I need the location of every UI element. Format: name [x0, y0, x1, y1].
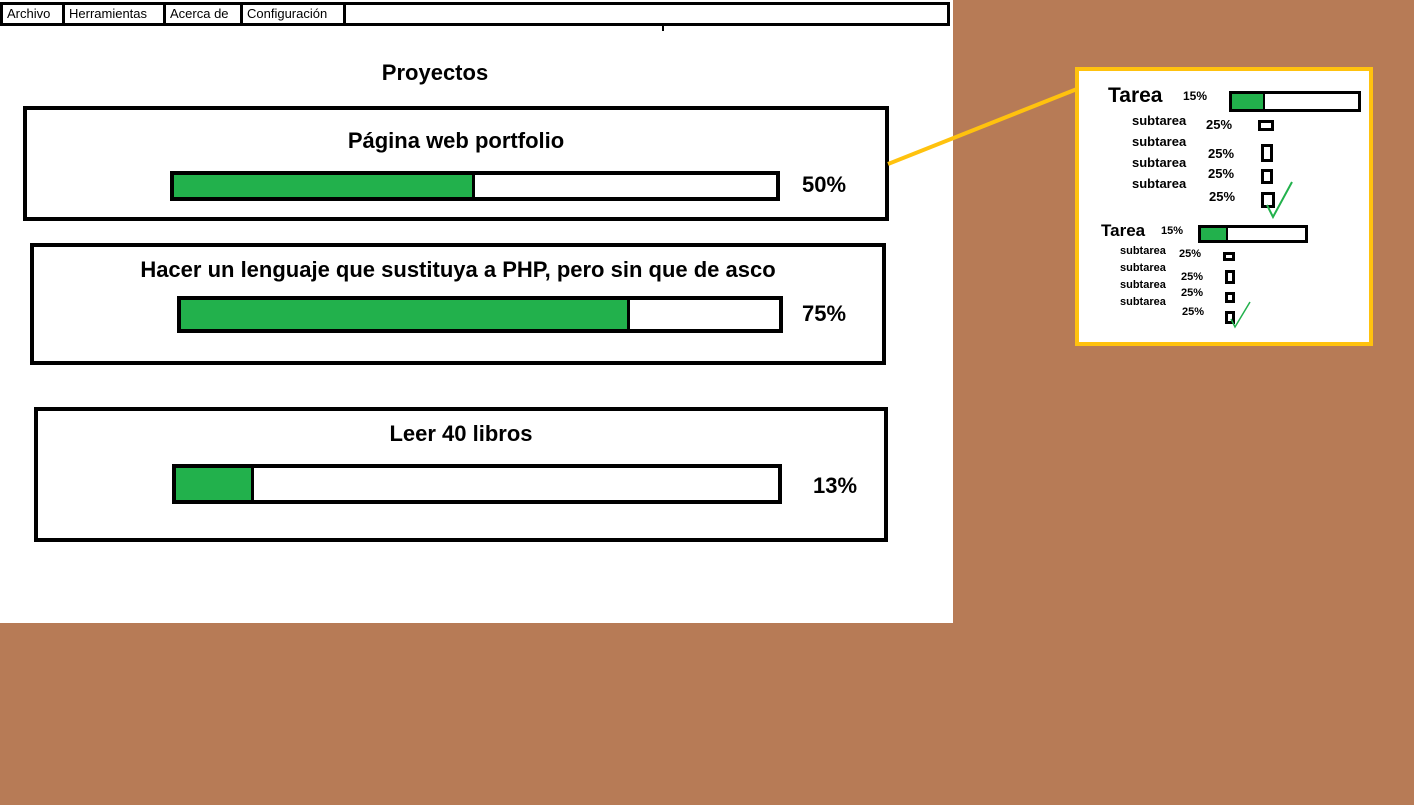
project-progress-bar: [170, 171, 780, 201]
subtask-label: subtarea: [1120, 279, 1166, 291]
project-progress-bar: [172, 464, 782, 504]
task-percent: 15%: [1161, 225, 1184, 237]
project-title: Página web portfolio: [347, 128, 565, 153]
stray-mark: [662, 26, 664, 31]
subtask-label: subtarea: [1120, 245, 1166, 257]
task-progress-fill: [1201, 228, 1229, 240]
page-title: Proyectos: [381, 60, 489, 85]
subtask-label: subtarea: [1120, 296, 1166, 308]
subtask-checkbox[interactable]: [1258, 120, 1274, 131]
subtask-percent: 25%: [1206, 117, 1233, 132]
project-progress-label: 50%: [802, 172, 847, 197]
menu-herramientas[interactable]: Herramientas: [65, 5, 166, 23]
subtask-percent: 25%: [1209, 189, 1236, 204]
menu-bar-empty-area: [346, 5, 947, 23]
task-percent: 15%: [1183, 89, 1208, 103]
subtask-percent: 25%: [1181, 271, 1204, 283]
checkmark-icon: [1266, 181, 1293, 220]
subtask-label: subtarea: [1132, 155, 1187, 170]
main-window: Archivo Herramientas Acerca de Configura…: [0, 0, 953, 623]
task-progress-bar: [1198, 225, 1308, 243]
subtask-percent: 25%: [1179, 248, 1202, 260]
subtask-percent: 25%: [1208, 146, 1235, 161]
subtask-checkbox[interactable]: [1225, 270, 1235, 284]
task-label: Tarea: [1108, 84, 1163, 107]
project-card[interactable]: Leer 40 libros 13%: [34, 407, 888, 542]
subtask-percent: 25%: [1182, 306, 1205, 318]
checkmark-icon: [1230, 301, 1251, 329]
menu-bar: Archivo Herramientas Acerca de Configura…: [0, 2, 950, 26]
task-detail-panel: Tarea 15% subtarea 25% subtarea 25% subt…: [1075, 67, 1373, 346]
project-card[interactable]: Hacer un lenguaje que sustituya a PHP, p…: [30, 243, 886, 365]
project-card[interactable]: Página web portfolio 50%: [23, 106, 889, 221]
subtask-checkbox[interactable]: [1261, 144, 1273, 162]
menu-acerca-de[interactable]: Acerca de: [166, 5, 243, 23]
task-label: Tarea: [1101, 221, 1146, 240]
subtask-label: subtarea: [1132, 113, 1187, 128]
project-title: Leer 40 libros: [389, 421, 533, 446]
project-progress-fill: [176, 468, 255, 500]
menu-configuracion[interactable]: Configuración: [243, 5, 346, 23]
task-progress-fill: [1232, 94, 1265, 109]
subtask-label: subtarea: [1120, 262, 1166, 274]
project-progress-label: 13%: [813, 473, 858, 498]
task-progress-bar: [1229, 91, 1361, 112]
project-progress-bar: [177, 296, 783, 333]
subtask-percent: 25%: [1181, 287, 1204, 299]
subtask-label: subtarea: [1132, 134, 1187, 149]
project-progress-fill: [174, 175, 475, 197]
project-progress-label: 75%: [802, 301, 847, 326]
project-progress-fill: [181, 300, 630, 329]
subtask-percent: 25%: [1208, 166, 1235, 181]
subtask-checkbox[interactable]: [1223, 252, 1235, 261]
project-title: Hacer un lenguaje que sustituya a PHP, p…: [140, 257, 776, 282]
menu-archivo[interactable]: Archivo: [3, 5, 65, 23]
subtask-label: subtarea: [1132, 176, 1187, 191]
